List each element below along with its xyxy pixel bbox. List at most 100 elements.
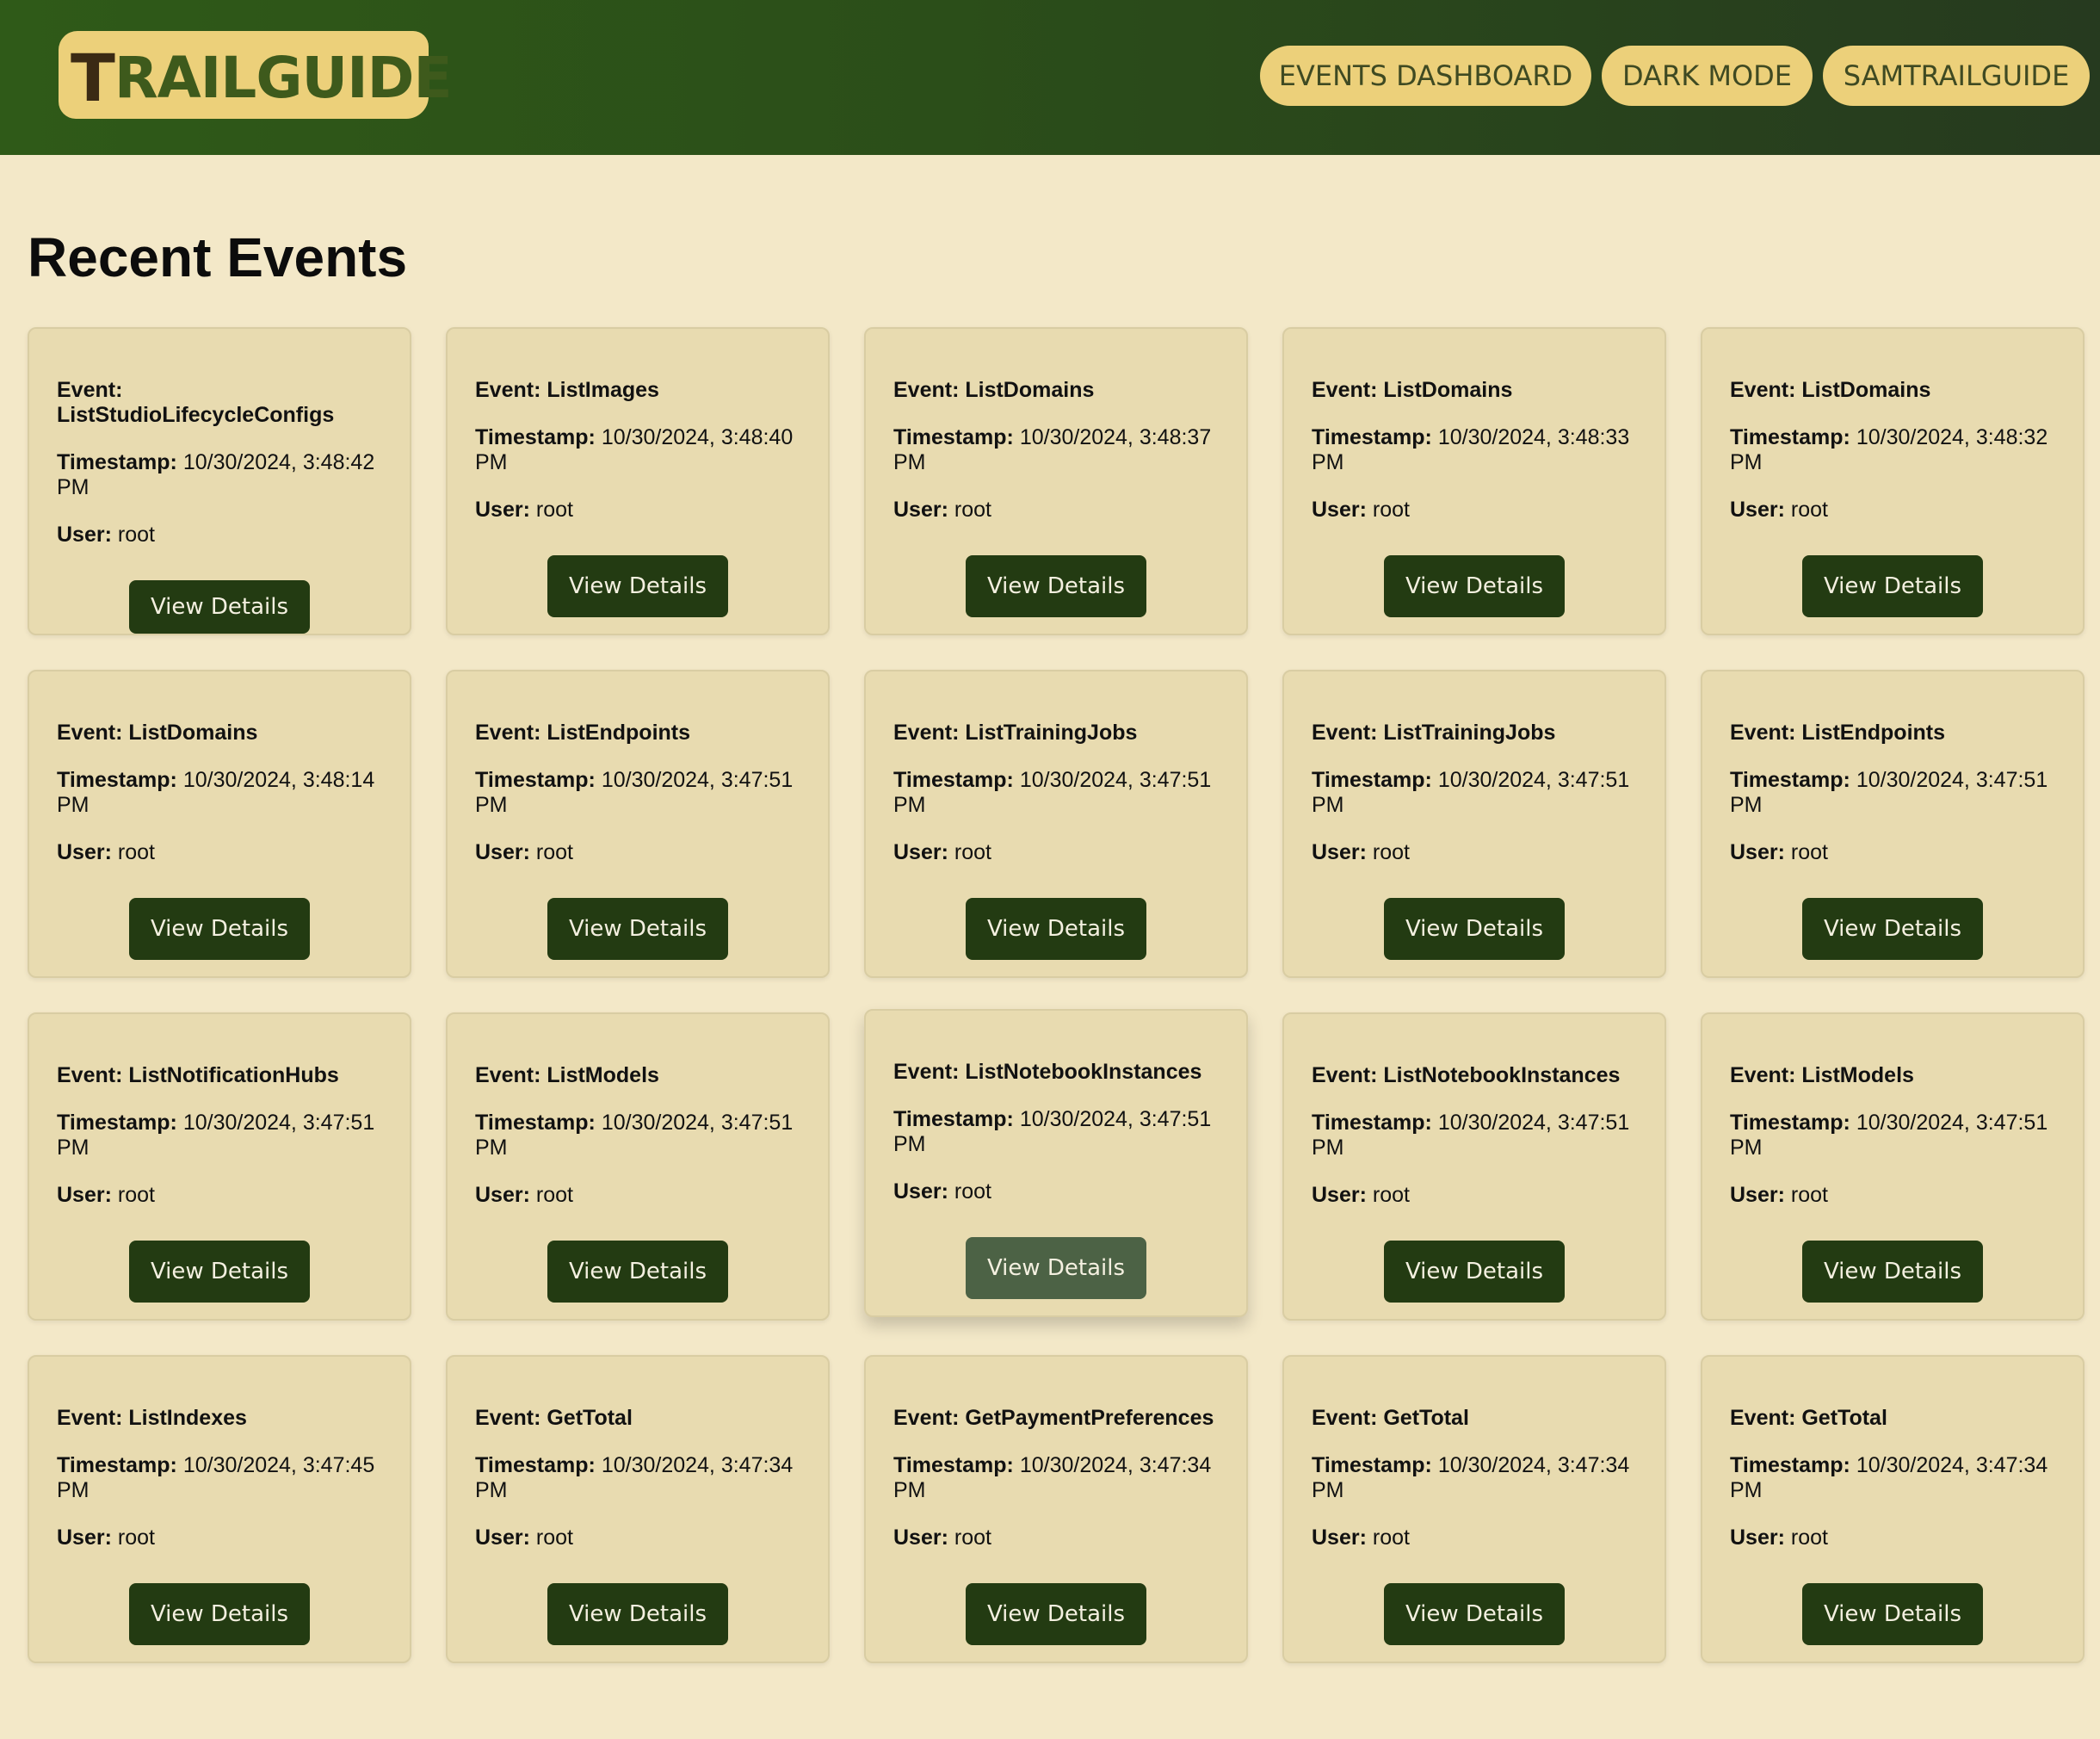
event-label: Event:: [1730, 378, 1796, 402]
event-user: User: root: [893, 498, 1219, 523]
user-value: root: [1372, 1525, 1410, 1550]
event-name: Event: ListStudioLifecycleConfigs: [57, 378, 382, 428]
event-label: Event:: [57, 378, 123, 402]
event-user: User: root: [57, 1525, 382, 1550]
view-details-button[interactable]: View Details: [129, 580, 310, 634]
event-name: Event: ListDomains: [1312, 378, 1637, 403]
trailguide-logo[interactable]: TRAILGUIDE: [59, 31, 453, 119]
timestamp-label: Timestamp:: [893, 1453, 1014, 1477]
timestamp-label: Timestamp:: [475, 1453, 596, 1477]
timestamp-label: Timestamp:: [57, 450, 177, 474]
user-label: User:: [57, 840, 112, 864]
event-user: User: root: [475, 1525, 800, 1550]
user-value: root: [117, 840, 155, 864]
view-details-button[interactable]: View Details: [547, 1241, 728, 1303]
event-user: User: root: [57, 523, 382, 548]
view-details-button[interactable]: View Details: [129, 1241, 310, 1303]
nav-user-button[interactable]: SAMTRAILGUIDE: [1823, 46, 2090, 106]
event-timestamp: Timestamp: 10/30/2024, 3:47:34 PM: [475, 1453, 800, 1503]
event-label: Event:: [1312, 1406, 1378, 1430]
view-details-button[interactable]: View Details: [1384, 1583, 1565, 1645]
event-user: User: root: [893, 1525, 1219, 1550]
view-details-button[interactable]: View Details: [129, 1583, 310, 1645]
event-user: User: root: [1730, 1183, 2055, 1208]
event-label: Event:: [475, 1406, 541, 1430]
user-value: root: [535, 1525, 573, 1550]
view-details-button[interactable]: View Details: [1384, 1241, 1565, 1303]
timestamp-label: Timestamp:: [1730, 1453, 1850, 1477]
event-timestamp: Timestamp: 10/30/2024, 3:48:33 PM: [1312, 425, 1637, 475]
event-card: Event: GetTotal Timestamp: 10/30/2024, 3:…: [1282, 1355, 1666, 1663]
timestamp-label: Timestamp:: [475, 768, 596, 792]
user-label: User:: [475, 1525, 530, 1550]
timestamp-label: Timestamp:: [57, 768, 177, 792]
view-details-button[interactable]: View Details: [1802, 1583, 1983, 1645]
event-user: User: root: [1730, 498, 2055, 523]
event-name: Event: GetTotal: [475, 1406, 800, 1431]
event-label: Event:: [893, 378, 960, 402]
event-name-value: GetPaymentPreferences: [965, 1406, 1214, 1430]
user-value: root: [954, 1179, 991, 1204]
event-name-value: ListDomains: [965, 378, 1095, 402]
user-label: User:: [893, 1525, 948, 1550]
timestamp-label: Timestamp:: [893, 768, 1014, 792]
event-user: User: root: [475, 498, 800, 523]
view-details-button[interactable]: View Details: [966, 898, 1146, 960]
view-details-button[interactable]: View Details: [966, 1237, 1146, 1299]
event-timestamp: Timestamp: 10/30/2024, 3:47:34 PM: [1312, 1453, 1637, 1503]
event-label: Event:: [1730, 1406, 1796, 1430]
event-card: Event: ListEndpoints Timestamp: 10/30/202…: [446, 670, 830, 978]
event-label: Event:: [893, 721, 960, 745]
event-card-grid: Event: ListStudioLifecycleConfigs Timesta…: [28, 327, 2085, 1663]
view-details-button[interactable]: View Details: [547, 555, 728, 617]
view-details-button[interactable]: View Details: [129, 898, 310, 960]
event-name-value: ListModels: [1801, 1063, 1914, 1087]
event-label: Event:: [57, 1063, 123, 1087]
nav-dark-mode-button[interactable]: DARK MODE: [1602, 46, 1813, 106]
event-user: User: root: [1312, 840, 1637, 865]
view-details-button[interactable]: View Details: [1802, 898, 1983, 960]
user-value: root: [954, 1525, 991, 1550]
event-name: Event: ListNotificationHubs: [57, 1063, 382, 1088]
event-card: Event: ListNotebookInstances Timestamp: 1…: [864, 1009, 1248, 1317]
user-value: root: [1790, 1525, 1828, 1550]
event-card: Event: ListModels Timestamp: 10/30/2024, …: [1701, 1012, 2085, 1321]
event-card: Event: GetPaymentPreferences Timestamp: 1…: [864, 1355, 1248, 1663]
view-details-button[interactable]: View Details: [966, 1583, 1146, 1645]
event-timestamp: Timestamp: 10/30/2024, 3:48:40 PM: [475, 425, 800, 475]
event-label: Event:: [1312, 378, 1378, 402]
event-timestamp: Timestamp: 10/30/2024, 3:47:51 PM: [893, 768, 1219, 818]
event-timestamp: Timestamp: 10/30/2024, 3:47:51 PM: [1312, 768, 1637, 818]
view-details-button[interactable]: View Details: [547, 1583, 728, 1645]
view-details-button[interactable]: View Details: [1384, 555, 1565, 617]
user-label: User:: [1312, 498, 1367, 522]
view-details-button[interactable]: View Details: [547, 898, 728, 960]
event-name-value: ListDomains: [1801, 378, 1931, 402]
timestamp-label: Timestamp:: [57, 1111, 177, 1135]
event-card: Event: GetTotal Timestamp: 10/30/2024, 3:…: [446, 1355, 830, 1663]
view-details-button[interactable]: View Details: [1802, 1241, 1983, 1303]
event-user: User: root: [1730, 840, 2055, 865]
user-label: User:: [1730, 1525, 1785, 1550]
event-name-value: ListStudioLifecycleConfigs: [57, 403, 335, 427]
view-details-button[interactable]: View Details: [1384, 898, 1565, 960]
event-card: Event: ListDomains Timestamp: 10/30/2024,…: [28, 670, 411, 978]
event-label: Event:: [893, 1406, 960, 1430]
event-user: User: root: [1312, 1525, 1637, 1550]
event-card: Event: ListNotificationHubs Timestamp: 10…: [28, 1012, 411, 1321]
event-card: Event: ListStudioLifecycleConfigs Timesta…: [28, 327, 411, 635]
event-timestamp: Timestamp: 10/30/2024, 3:47:51 PM: [57, 1111, 382, 1160]
event-label: Event:: [57, 1406, 123, 1430]
user-label: User:: [475, 840, 530, 864]
event-timestamp: Timestamp: 10/30/2024, 3:48:32 PM: [1730, 425, 2055, 475]
view-details-button[interactable]: View Details: [966, 555, 1146, 617]
view-details-button[interactable]: View Details: [1802, 555, 1983, 617]
event-timestamp: Timestamp: 10/30/2024, 3:47:51 PM: [1730, 768, 2055, 818]
event-timestamp: Timestamp: 10/30/2024, 3:47:51 PM: [475, 1111, 800, 1160]
user-label: User:: [1730, 1183, 1785, 1207]
event-label: Event:: [1312, 721, 1378, 745]
nav-events-dashboard-button[interactable]: EVENTS DASHBOARD: [1260, 46, 1591, 106]
user-label: User:: [893, 1179, 948, 1204]
timestamp-label: Timestamp:: [1312, 425, 1432, 449]
event-timestamp: Timestamp: 10/30/2024, 3:48:42 PM: [57, 450, 382, 500]
